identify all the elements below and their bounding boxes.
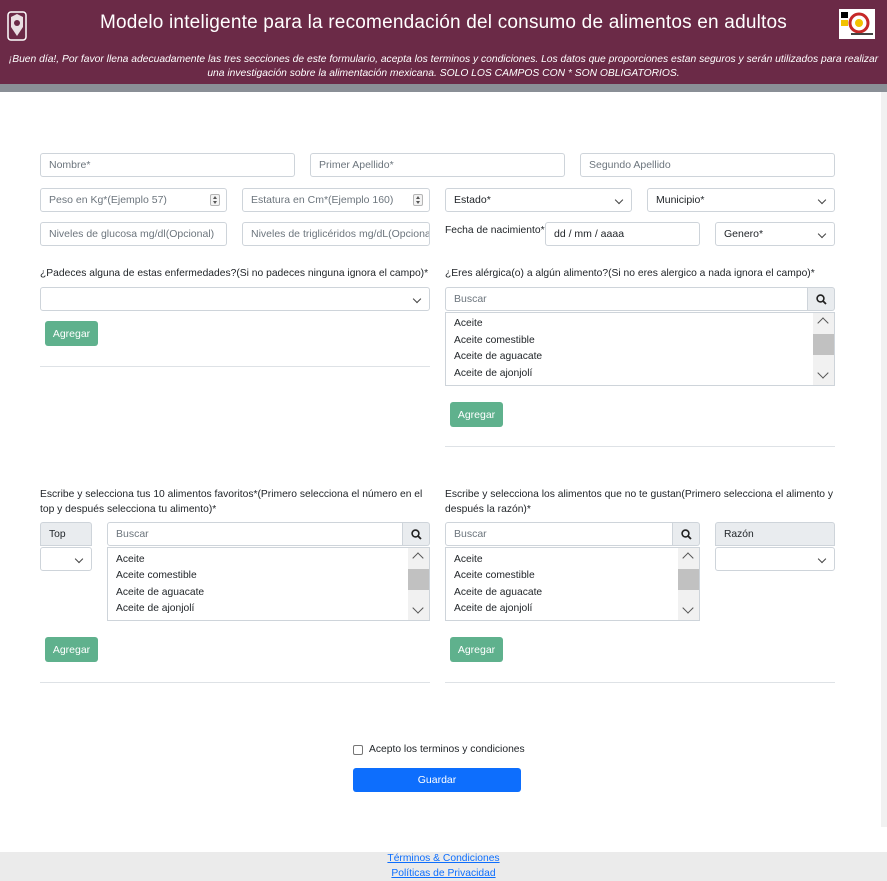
agregar-favorito-button[interactable]: Agregar: [45, 637, 98, 662]
primer-apellido-input[interactable]: Primer Apellido*: [310, 153, 565, 177]
favoritos-label: Escribe y selecciona tus 10 alimentos fa…: [40, 489, 423, 515]
guardar-button[interactable]: Guardar: [353, 768, 521, 792]
page-footer: Términos & Condiciones Políticas de Priv…: [0, 852, 887, 881]
municipio-value: Municipio*: [656, 194, 705, 206]
scrollbar-thumb[interactable]: [678, 569, 699, 590]
nombre-input[interactable]: Nombre*: [40, 153, 295, 177]
list-item[interactable]: Aceite: [454, 554, 483, 565]
page-title: Modelo inteligente para la recomendación…: [100, 12, 787, 33]
no-gustan-search-button[interactable]: [673, 522, 700, 546]
scroll-up-icon[interactable]: [682, 552, 694, 564]
terms-checkbox[interactable]: [353, 745, 363, 755]
agregar-no-gusta-button[interactable]: Agregar: [450, 637, 503, 662]
alergias-search-input[interactable]: Buscar: [445, 287, 808, 311]
number-spinner-icon[interactable]: [210, 194, 220, 206]
section-divider: [40, 366, 430, 367]
chevron-down-icon: [817, 229, 827, 239]
no-gustan-listbox[interactable]: Aceite Aceite comestible Aceite de aguac…: [445, 547, 700, 621]
chevron-down-icon: [817, 554, 827, 564]
privacy-link[interactable]: Políticas de Privacidad: [0, 868, 887, 879]
razon-header: Razón: [715, 522, 835, 546]
search-icon: [681, 529, 692, 540]
search-icon: [816, 294, 827, 305]
scrollbar-thumb[interactable]: [408, 569, 429, 590]
number-spinner-icon[interactable]: [413, 194, 423, 206]
favoritos-search-input[interactable]: Buscar: [107, 522, 403, 546]
listbox-scrollbar[interactable]: [408, 548, 429, 620]
list-item[interactable]: Aceite comestible: [454, 570, 535, 581]
list-item[interactable]: Aceite: [116, 554, 145, 565]
genero-value: Genero*: [724, 228, 764, 240]
enfermedades-select[interactable]: [40, 287, 430, 311]
scroll-down-icon[interactable]: [682, 602, 694, 614]
estatura-placeholder: Estatura en Cm*(Ejemplo 160): [251, 194, 394, 206]
page-scrollbar[interactable]: [881, 92, 887, 827]
razon-select[interactable]: [715, 547, 835, 571]
intro-text: ¡Buen día!, Por favor llena adecuadament…: [8, 54, 879, 79]
list-item[interactable]: Aceite de aguacate: [116, 587, 204, 598]
municipio-select[interactable]: Municipio*: [647, 188, 835, 212]
scroll-up-icon[interactable]: [412, 552, 424, 564]
chevron-down-icon: [817, 195, 827, 205]
listbox-scrollbar[interactable]: [678, 548, 699, 620]
list-item[interactable]: Aceite de ajonjolí: [454, 368, 532, 379]
alergias-search-button[interactable]: [808, 287, 835, 311]
page-header: Modelo inteligente para la recomendación…: [0, 0, 887, 84]
search-icon: [411, 529, 422, 540]
trigliceridos-input[interactable]: Niveles de triglicéridos mg/dL(Opcional): [242, 222, 430, 246]
trigliceridos-placeholder: Niveles de triglicéridos mg/dL(Opcional): [251, 228, 430, 240]
estado-value: Estado*: [454, 194, 491, 206]
chevron-down-icon: [412, 294, 422, 304]
section-divider: [40, 682, 430, 683]
list-item[interactable]: Aceite: [454, 318, 483, 329]
list-item[interactable]: Aceite de aguacate: [454, 351, 542, 362]
list-item[interactable]: Aceite comestible: [454, 335, 535, 346]
segundo-apellido-input[interactable]: Segundo Apellido: [580, 153, 835, 177]
list-item[interactable]: Aceite de ajonjolí: [116, 603, 194, 614]
section-divider: [445, 446, 835, 447]
fecha-nacimiento-label: Fecha de nacimiento*: [445, 225, 545, 236]
agregar-alergia-button[interactable]: Agregar: [450, 402, 503, 427]
no-gustan-label: Escribe y selecciona los alimentos que n…: [445, 489, 834, 515]
estado-select[interactable]: Estado*: [445, 188, 632, 212]
scroll-down-icon[interactable]: [412, 602, 424, 614]
scrollbar-thumb[interactable]: [813, 334, 834, 355]
scroll-down-icon[interactable]: [817, 367, 829, 379]
alergias-listbox[interactable]: Aceite Aceite comestible Aceite de aguac…: [445, 312, 835, 386]
enfermedades-label: ¿Padeces alguna de estas enfermedades?(S…: [40, 268, 429, 279]
glucosa-placeholder: Niveles de glucosa mg/dl(Opcional): [49, 228, 215, 240]
section-divider: [445, 682, 835, 683]
terms-link[interactable]: Términos & Condiciones: [0, 853, 887, 864]
header-divider: [0, 84, 887, 92]
list-item[interactable]: Aceite comestible: [116, 570, 197, 581]
scroll-up-icon[interactable]: [817, 317, 829, 329]
peso-input[interactable]: Peso en Kg*(Ejemplo 57): [40, 188, 227, 212]
listbox-scrollbar[interactable]: [813, 313, 834, 385]
favoritos-listbox[interactable]: Aceite Aceite comestible Aceite de aguac…: [107, 547, 430, 621]
chevron-down-icon: [74, 554, 84, 564]
alergias-label: ¿Eres alérgica(o) a algún alimento?(Si n…: [445, 268, 815, 279]
list-item[interactable]: Aceite de ajonjolí: [454, 603, 532, 614]
chevron-down-icon: [614, 195, 624, 205]
no-gustan-search-input[interactable]: Buscar: [445, 522, 673, 546]
genero-select[interactable]: Genero*: [715, 222, 835, 246]
agregar-enfermedad-button[interactable]: Agregar: [45, 321, 98, 346]
list-item[interactable]: Aceite de aguacate: [454, 587, 542, 598]
favoritos-search-button[interactable]: [403, 522, 430, 546]
partner-logo-icon: [839, 9, 875, 39]
top-select[interactable]: [40, 547, 92, 571]
estatura-input[interactable]: Estatura en Cm*(Ejemplo 160): [242, 188, 430, 212]
peso-placeholder: Peso en Kg*(Ejemplo 57): [49, 194, 167, 206]
terms-checkbox-label: Acepto los terminos y condiciones: [369, 744, 525, 755]
fecha-nacimiento-input[interactable]: dd / mm / aaaa: [545, 222, 700, 246]
glucosa-input[interactable]: Niveles de glucosa mg/dl(Opcional): [40, 222, 227, 246]
top-header: Top: [40, 522, 92, 546]
